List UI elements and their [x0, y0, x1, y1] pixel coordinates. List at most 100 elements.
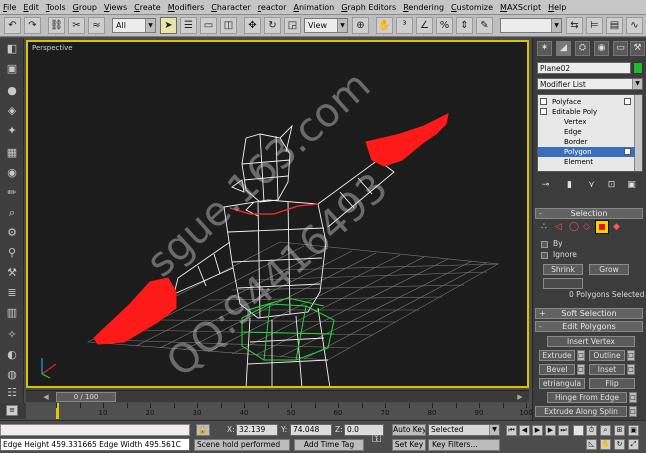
hinge-settings-icon[interactable]: □ [629, 392, 637, 403]
menu-edit[interactable]: Edit [23, 3, 39, 12]
current-frame-field[interactable] [573, 425, 584, 436]
extrude-spline-settings-icon[interactable]: □ [629, 406, 637, 417]
go-to-start-icon[interactable]: ⏮ [506, 425, 517, 436]
menu-group[interactable]: Group [73, 3, 97, 12]
vertex-subobject-icon[interactable]: ∴ [541, 222, 547, 232]
unlink-icon[interactable]: ✂ [68, 17, 85, 34]
star-icon[interactable]: ✦ [5, 124, 19, 138]
undo-icon[interactable]: ↶ [4, 17, 21, 34]
menu-rendering[interactable]: Rendering [403, 3, 444, 12]
stack-item-checkbox[interactable] [624, 98, 631, 105]
x-coordinate-field[interactable]: 32.139 [236, 424, 278, 436]
bevel-settings-icon[interactable]: □ [577, 364, 585, 375]
key-mode-dropdown[interactable]: Selected ▼ [428, 424, 500, 436]
select-manipulate-icon[interactable]: ✋ [376, 17, 393, 34]
menu-help[interactable]: Help [548, 3, 566, 12]
layer-manager-icon[interactable]: ▤ [606, 17, 623, 34]
hierarchy-tab-icon[interactable]: ⛭ [575, 41, 590, 56]
select-object-icon[interactable]: ➤ [160, 17, 177, 34]
prev-frame-icon[interactable]: ◀ [40, 392, 52, 402]
create-tab-icon[interactable]: ✶ [537, 41, 552, 56]
time-slider[interactable]: ◀ 0 / 100 ▶ [26, 390, 529, 402]
stack-item-vertex[interactable]: Vertex [538, 117, 635, 127]
set-key-button[interactable]: Set Key [392, 439, 426, 451]
stack-item-editable-poly[interactable]: Editable Poly [538, 107, 635, 117]
insert-vertex-button[interactable]: Insert Vertex [547, 336, 635, 347]
outline-button[interactable]: Outline [589, 350, 625, 361]
stack-item-checkbox[interactable] [624, 148, 631, 155]
wrench-icon[interactable]: ⚒ [5, 266, 19, 280]
toggle-icon[interactable]: ◧ [5, 42, 19, 56]
percent-snap-icon[interactable]: % [436, 17, 453, 34]
extrude-settings-icon[interactable]: □ [577, 350, 585, 361]
show-end-result-icon[interactable]: ▮ [563, 179, 576, 192]
stack-item-polyface[interactable]: Polyface [538, 97, 635, 107]
ignore-backfacing-checkbox[interactable] [541, 252, 548, 259]
object-icon[interactable]: ◈ [5, 104, 19, 118]
modifier-stack[interactable]: Polyface Editable Poly Vertex Edge Border Pol… [537, 94, 643, 172]
stack-toggle-icon[interactable] [552, 158, 559, 165]
settings-icon[interactable]: ☷ [5, 386, 19, 400]
display-tab-icon[interactable]: ▭ [613, 41, 628, 56]
box-icon[interactable]: ▦ [5, 146, 19, 160]
motion-tab-icon[interactable]: ◉ [594, 41, 609, 56]
hinge-from-edge-button[interactable]: Hinge From Edge [547, 392, 627, 403]
select-by-name-icon[interactable]: ☰ [180, 17, 197, 34]
maximize-viewport-icon[interactable]: ⤢ [628, 439, 639, 450]
modify-tab-icon[interactable]: ◢ [556, 41, 571, 56]
retriangulate-button[interactable]: etriangula [539, 378, 585, 389]
play-icon[interactable]: ▶ [532, 425, 543, 436]
brush-icon[interactable]: ✏ [5, 186, 19, 200]
stack-toggle-icon[interactable] [540, 98, 547, 105]
element-subobject-icon[interactable]: ◆ [613, 222, 620, 232]
grow-button[interactable]: Grow [589, 264, 629, 275]
menu-graph-editors[interactable]: Graph Editors [341, 3, 396, 12]
border-subobject-icon[interactable]: ◯ [569, 222, 579, 232]
camera-icon[interactable]: ◐ [5, 348, 19, 362]
edit-polygons-rollout-header[interactable]: - Edit Polygons [535, 321, 643, 332]
curve-icon[interactable]: ≡ [6, 405, 18, 416]
perspective-viewport[interactable]: Perspective sgue.163.com QQ:94416493 [26, 40, 529, 388]
soft-selection-rollout-header[interactable]: + Soft Selection [535, 308, 643, 319]
gear-icon[interactable]: ⚙ [5, 226, 19, 240]
polygon-subobject-icon[interactable]: ◇ [583, 222, 590, 232]
shrink-button[interactable]: Shrink [543, 264, 583, 275]
pan-icon[interactable]: ✋ [600, 439, 611, 450]
sphere-icon[interactable]: ● [5, 84, 19, 98]
inset-settings-icon[interactable]: □ [627, 364, 635, 375]
zoom-all-icon[interactable]: ⊞ [614, 425, 625, 436]
by-vertex-checkbox[interactable] [541, 241, 548, 248]
add-time-tag-button[interactable]: Add Time Tag [294, 439, 364, 451]
configure-sets-icon[interactable]: ▣ [625, 179, 638, 192]
curve-editor-icon[interactable]: ∿ [626, 17, 643, 34]
object-name-field[interactable]: Plane02 [537, 62, 631, 74]
align-icon[interactable]: ⊨ [586, 17, 603, 34]
track-bar[interactable]: 10 20 30 40 50 60 70 80 90 100 [26, 403, 533, 419]
arc-rotate-icon[interactable]: ↻ [614, 439, 625, 450]
flip-button[interactable]: Flip [589, 378, 635, 389]
spinner-snap-icon[interactable]: ⇕ [456, 17, 473, 34]
select-rotate-icon[interactable]: ↻ [264, 17, 281, 34]
menu-customize[interactable]: Customize [451, 3, 493, 12]
scene-canvas[interactable] [28, 42, 527, 386]
zoom-extents-icon[interactable]: ▣ [628, 425, 639, 436]
key-filters-button[interactable]: Key Filters... [428, 439, 500, 451]
selection-rollout-header[interactable]: - Selection [535, 208, 643, 219]
menu-maxscript[interactable]: MAXScript [500, 3, 541, 12]
snaps-toggle-icon[interactable]: ³ [396, 17, 413, 34]
maxscript-listener-line[interactable] [0, 424, 190, 436]
render-icon[interactable]: ◍ [5, 368, 19, 382]
zoom-icon[interactable]: ⌕ [600, 425, 611, 436]
y-coordinate-field[interactable]: 74.048 [290, 424, 332, 436]
time-config-icon[interactable]: ⏱ [586, 425, 597, 436]
stack-item-polygon[interactable]: Polygon [538, 147, 635, 157]
window-crossing-icon[interactable]: ◫ [220, 17, 237, 34]
stack-item-element[interactable]: Element [538, 157, 635, 167]
inset-button[interactable]: Inset [589, 364, 625, 375]
lock-selection-icon[interactable]: 🔒 [196, 424, 210, 436]
stack-toggle-icon[interactable] [540, 108, 547, 115]
select-move-icon[interactable]: ✥ [244, 17, 261, 34]
search-icon[interactable]: ⌕ [5, 206, 19, 220]
next-frame-button-icon[interactable]: ▶ [545, 425, 556, 436]
menu-animation[interactable]: Animation [293, 3, 334, 12]
